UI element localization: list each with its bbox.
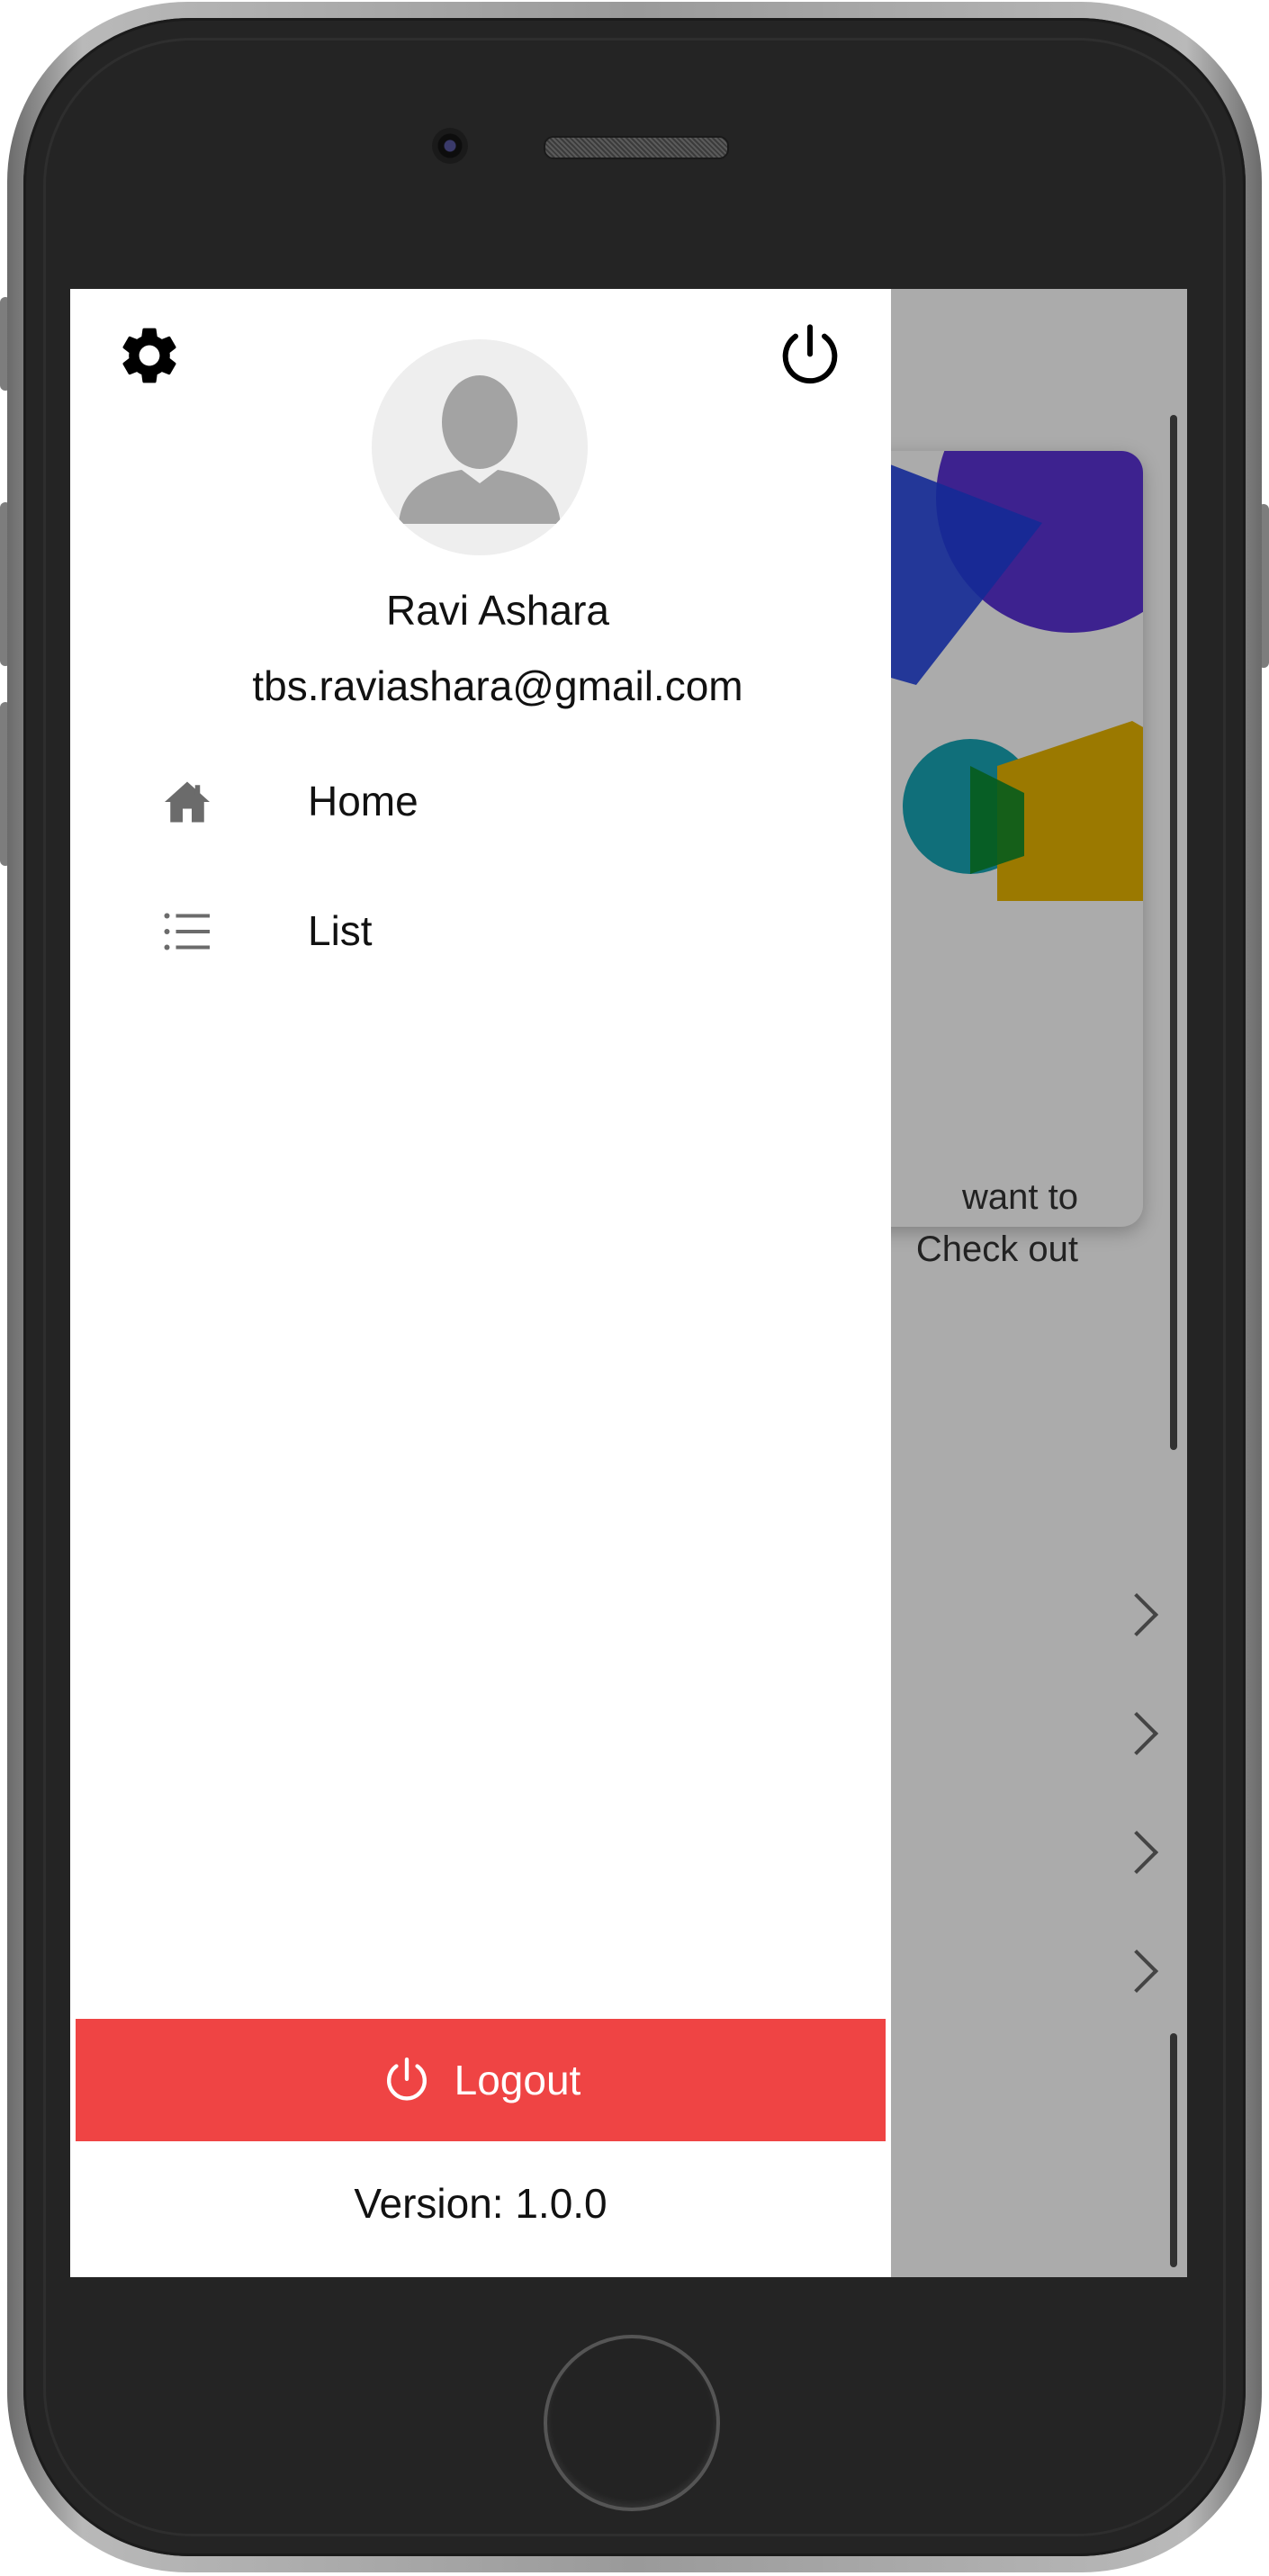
menu-label: List [308, 907, 373, 954]
avatar[interactable] [372, 339, 588, 555]
home-icon [160, 775, 214, 829]
power-icon [782, 324, 838, 384]
front-camera [432, 128, 468, 164]
menu-label: Home [308, 778, 418, 824]
device-scene: want to Check out . [0, 0, 1269, 2576]
earpiece-speaker [544, 136, 729, 159]
menu-item-list[interactable]: List [70, 878, 891, 986]
list-icon [160, 905, 214, 959]
version-label: Version: 1.0.0 [354, 2180, 608, 2227]
user-silhouette-icon [399, 375, 561, 524]
settings-button[interactable] [112, 318, 187, 393]
menu-item-home[interactable]: Home [70, 748, 891, 856]
power-button[interactable] [772, 318, 848, 393]
screen: want to Check out . [70, 289, 1187, 2277]
user-email: tbs.raviashara@gmail.com [252, 662, 743, 709]
navigation-drawer: Ravi Ashara tbs.raviashara@gmail.com Hom… [70, 289, 891, 2277]
power-icon [386, 2057, 427, 2101]
gear-icon [122, 328, 176, 383]
user-name: Ravi Ashara [385, 587, 609, 634]
logout-button[interactable]: Logout [76, 2019, 886, 2141]
logout-label: Logout [454, 2057, 581, 2103]
home-button[interactable] [544, 2335, 720, 2511]
